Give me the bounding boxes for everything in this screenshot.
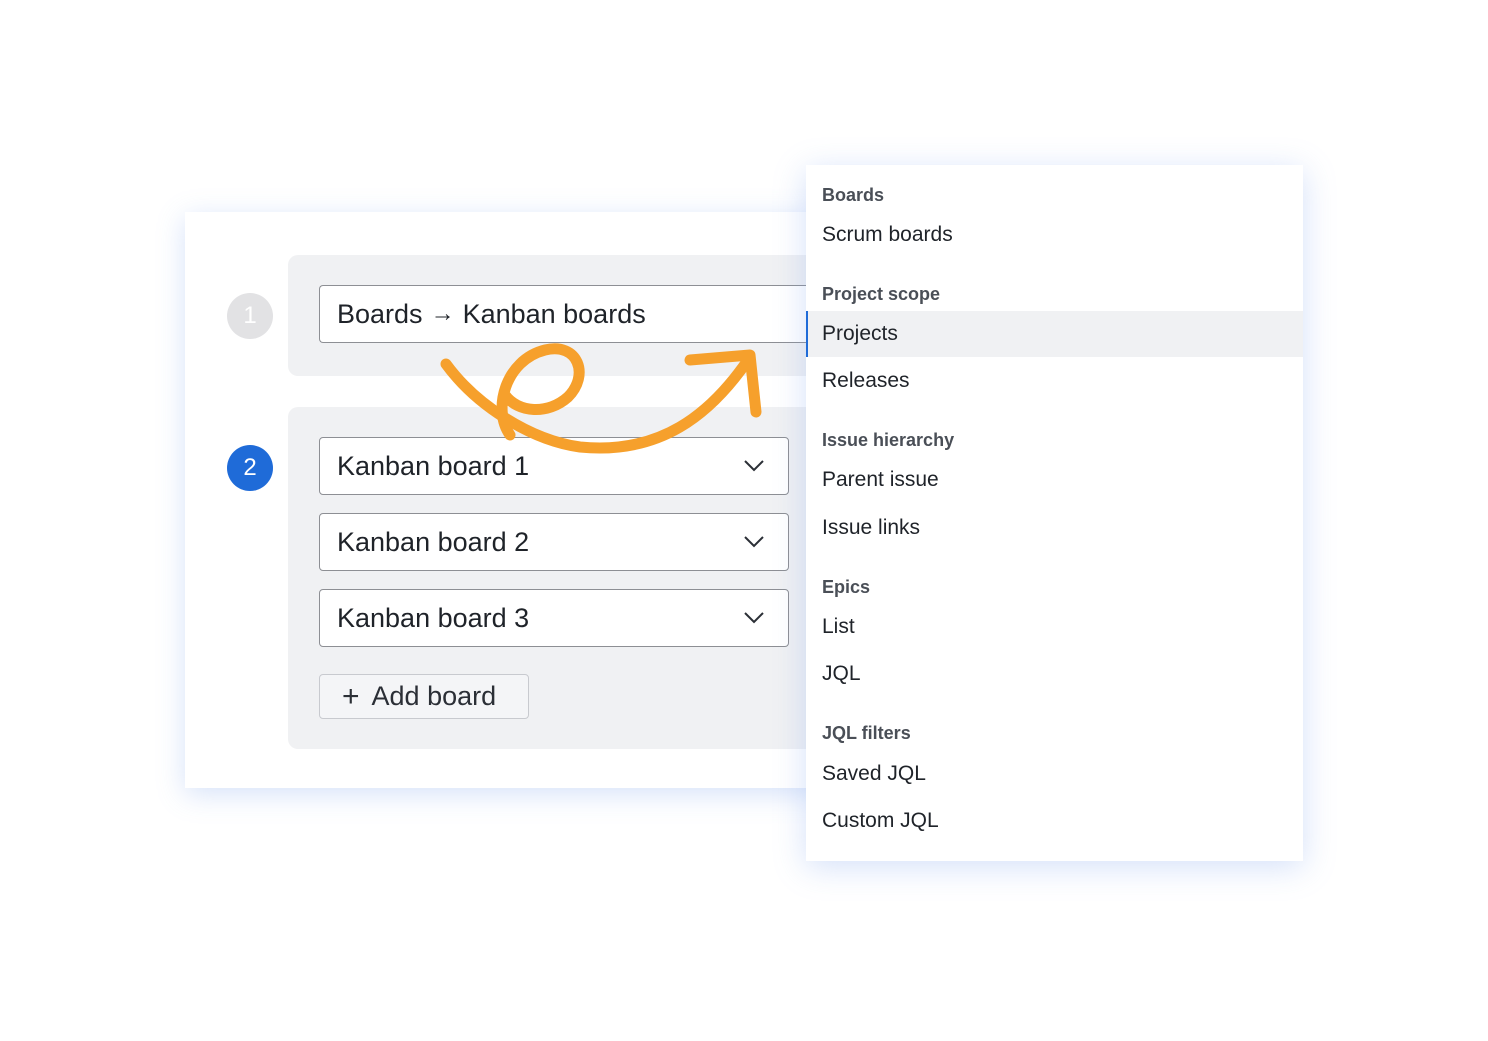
chevron-down-icon [744, 460, 764, 472]
board-select-label: Kanban board 3 [337, 602, 530, 633]
menu-item-epics-jql[interactable]: JQL [806, 651, 1303, 697]
menu-item-scrum-boards[interactable]: Scrum boards [806, 212, 1303, 258]
board-select-2[interactable]: Kanban board 2 [319, 513, 789, 571]
chevron-down-icon [744, 612, 764, 624]
menu-item-parent-issue[interactable]: Parent issue [806, 457, 1303, 503]
arrow-right-icon: → [430, 300, 455, 327]
board-select-1[interactable]: Kanban board 1 [319, 437, 789, 495]
path-second-segment: Kanban boards [462, 298, 646, 329]
step-2-badge: 2 [227, 445, 273, 491]
source-path-field[interactable]: Boards → Kanban boards [319, 285, 825, 343]
menu-group-title-jql-filters: JQL filters [822, 723, 911, 743]
add-board-button[interactable]: + Add board [319, 674, 529, 719]
step-1-badge: 1 [227, 293, 273, 339]
stage: 1 2 Boards → Kanban boards Kanban board … [0, 0, 1488, 1041]
menu-group-title-epics: Epics [822, 577, 871, 597]
board-select-label: Kanban board 1 [337, 450, 530, 481]
board-config-card: 1 2 Boards → Kanban boards Kanban board … [185, 212, 825, 788]
menu-group-title-issue-hierarchy: Issue hierarchy [822, 430, 955, 450]
menu-item-custom-jql[interactable]: Custom JQL [806, 798, 1303, 844]
menu-item-saved-jql[interactable]: Saved JQL [806, 751, 1303, 797]
plus-icon: + [342, 679, 360, 713]
board-select-label: Kanban board 2 [337, 526, 530, 557]
menu-item-projects[interactable]: Projects [806, 311, 1303, 357]
menu-item-issue-links[interactable]: Issue links [806, 505, 1303, 551]
menu-group-title-project-scope: Project scope [822, 284, 941, 304]
add-board-label: Add board [371, 681, 497, 711]
menu-item-epics-list[interactable]: List [806, 604, 1303, 650]
menu-item-releases[interactable]: Releases [806, 358, 1303, 404]
board-select-3[interactable]: Kanban board 3 [319, 589, 789, 647]
path-first-segment: Boards [337, 298, 423, 329]
chevron-down-icon [744, 536, 764, 548]
menu-group-title-boards: Boards [822, 185, 885, 205]
scope-dropdown-menu: Boards Scrum boards Project scope Projec… [806, 165, 1303, 861]
